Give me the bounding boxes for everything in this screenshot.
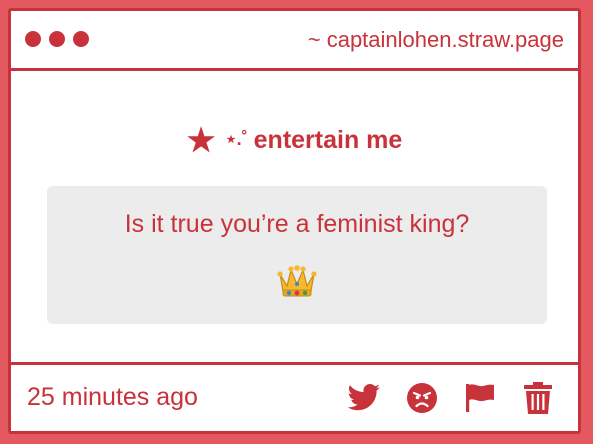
timestamp: 25 minutes ago — [27, 383, 198, 411]
star-icon: ★ — [186, 122, 216, 158]
action-bar — [346, 380, 556, 416]
crown-icon — [277, 265, 317, 297]
window-controls — [25, 31, 89, 47]
angry-face-icon — [407, 383, 437, 413]
delete-button[interactable] — [520, 380, 556, 416]
window-dot-2[interactable] — [49, 31, 65, 47]
page-url[interactable]: ~ captainlohen.straw.page — [308, 27, 564, 53]
card-footer: 25 minutes ago — [11, 362, 578, 431]
window-dot-3[interactable] — [73, 31, 89, 47]
react-angry-button[interactable] — [404, 380, 440, 416]
share-twitter-button[interactable] — [346, 380, 382, 416]
trash-icon — [524, 382, 552, 414]
window-titlebar: ~ captainlohen.straw.page — [11, 11, 578, 71]
twitter-bird-icon — [347, 384, 380, 411]
question-text: Is it true you’re a feminist king? — [124, 210, 470, 238]
message-card: ~ captainlohen.straw.page ★ ⋆.˚ entertain … — [8, 8, 581, 434]
report-flag-button[interactable] — [462, 380, 498, 416]
sparkle-icon: ⋆.˚ — [225, 129, 248, 149]
flag-icon — [466, 384, 494, 412]
window-dot-1[interactable] — [25, 31, 41, 47]
question-box: Is it true you’re a feminist king? — [47, 186, 547, 324]
prompt-heading: ★ ⋆.˚ entertain me — [11, 121, 578, 159]
prompt-text: entertain me — [253, 126, 403, 154]
